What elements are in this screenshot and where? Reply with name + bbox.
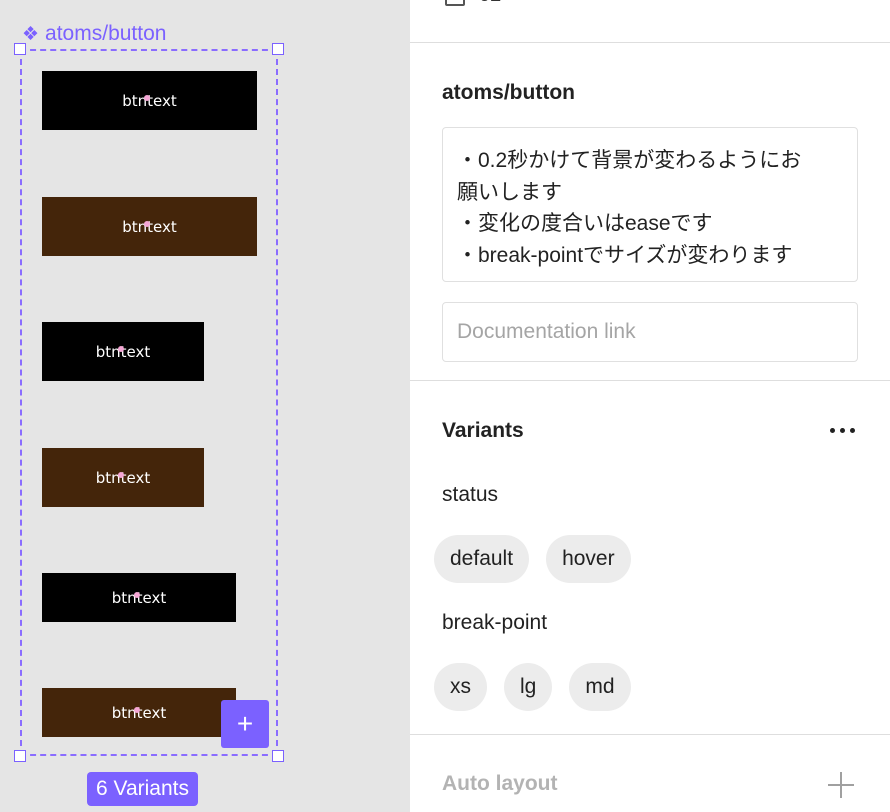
properties-panel: 02 atoms/button ・0.2秒かけて背景が変わるようにお 願いします… — [410, 0, 890, 812]
cursor-dot-icon — [117, 471, 124, 478]
design-canvas[interactable]: ❖ atoms/button btn text btn text btn text b… — [0, 0, 410, 812]
button-label-part: btn — [122, 217, 148, 236]
status-values: default hover — [434, 535, 631, 583]
resize-handle-bottom-left[interactable] — [14, 750, 26, 762]
add-variant-button[interactable]: + — [221, 700, 269, 748]
button-label-part: text — [120, 468, 151, 487]
variant-button-default-lg[interactable]: btn text — [42, 322, 204, 381]
variant-button-default-md[interactable]: btn text — [42, 573, 236, 622]
component-set-frame[interactable] — [20, 49, 278, 756]
add-auto-layout-plus-icon[interactable] — [828, 772, 854, 798]
top-row-text: 02 — [479, 0, 501, 7]
button-label-part: btn — [111, 588, 137, 607]
auto-layout-heading: Auto layout — [442, 772, 558, 795]
cursor-dot-icon — [144, 220, 151, 227]
cursor-dot-icon — [133, 591, 140, 598]
cursor-dot-icon — [133, 706, 140, 713]
component-diamond-icon: ❖ — [22, 23, 40, 45]
description-line: ・break-pointでサイズが変わります — [457, 243, 793, 267]
resize-handle-top-right[interactable] — [272, 43, 284, 55]
property-value-chip[interactable]: lg — [504, 663, 553, 711]
button-label-part: text — [136, 703, 167, 722]
description-line: 願いします — [457, 180, 562, 204]
checkbox-icon[interactable] — [445, 0, 465, 6]
variant-button-default-xs[interactable]: btn text — [42, 71, 257, 130]
divider — [410, 380, 890, 381]
cursor-dot-icon — [144, 94, 151, 101]
property-value-chip[interactable]: xs — [434, 663, 487, 711]
button-label-part: btn — [122, 91, 148, 110]
button-label-part: text — [136, 588, 167, 607]
button-label-part: btn — [95, 468, 121, 487]
property-name-status[interactable]: status — [442, 483, 498, 507]
component-name-heading: atoms/button — [442, 81, 575, 104]
button-label-part: text — [147, 91, 177, 110]
component-description-field[interactable]: ・0.2秒かけて背景が変わるようにお 願いします ・変化の度合いはeaseです … — [442, 127, 858, 282]
property-value-chip[interactable]: md — [569, 663, 631, 711]
resize-handle-bottom-right[interactable] — [272, 750, 284, 762]
property-name-break-point[interactable]: break-point — [442, 611, 547, 635]
more-options-icon[interactable] — [822, 418, 862, 442]
button-label-part: text — [120, 342, 151, 361]
variant-button-hover-md[interactable]: btn text — [42, 688, 236, 737]
cursor-dot-icon — [117, 345, 124, 352]
divider — [410, 42, 890, 43]
description-line: ・0.2秒かけて背景が変わるようにお — [457, 149, 802, 172]
button-label-part: text — [147, 217, 177, 236]
panel-top-row: 02 — [445, 0, 501, 7]
component-set-name: atoms/button — [45, 22, 167, 45]
documentation-link-input[interactable] — [442, 302, 858, 362]
button-label-part: btn — [111, 703, 137, 722]
property-value-chip[interactable]: default — [434, 535, 530, 583]
variants-count-badge: 6 Variants — [87, 772, 198, 806]
button-label-part: btn — [95, 342, 121, 361]
divider — [410, 734, 890, 735]
variant-button-hover-lg[interactable]: btn text — [42, 448, 204, 507]
variants-heading: Variants — [442, 419, 524, 442]
property-value-chip[interactable]: hover — [546, 535, 631, 583]
description-line: ・変化の度合いはeaseです — [457, 212, 713, 235]
resize-handle-top-left[interactable] — [14, 43, 26, 55]
component-set-title[interactable]: ❖ atoms/button — [22, 22, 166, 46]
variant-button-hover-xs[interactable]: btn text — [42, 197, 257, 256]
break-point-values: xs lg md — [434, 663, 631, 711]
